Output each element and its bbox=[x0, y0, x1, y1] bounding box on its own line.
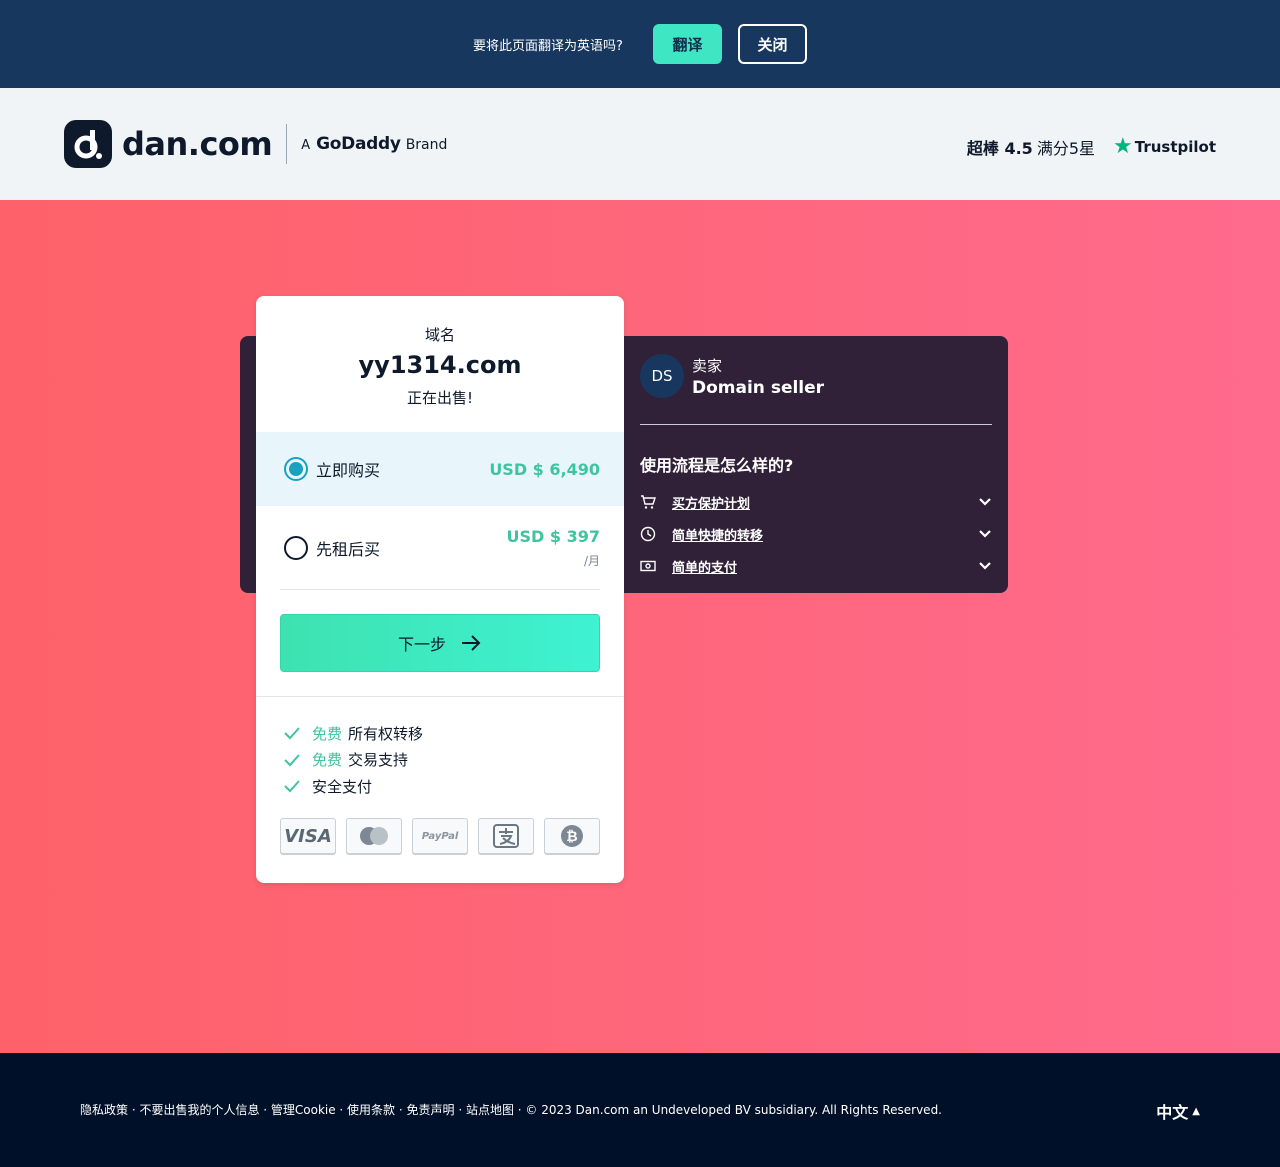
check-icon bbox=[284, 727, 300, 740]
feature-transaction-support: 免费 交易支持 bbox=[284, 747, 423, 774]
chevron-down-icon bbox=[979, 530, 991, 538]
seller-avatar: DS bbox=[640, 354, 684, 398]
feature-ownership-transfer: 免费 所有权转移 bbox=[284, 720, 423, 747]
brand-name: GoDaddy bbox=[316, 134, 401, 154]
how-item-label: 简单的支付 bbox=[672, 560, 738, 576]
translate-button[interactable]: 翻译 bbox=[652, 24, 722, 64]
arrow-right-icon bbox=[462, 635, 481, 651]
paypal-text: PayPal bbox=[421, 830, 459, 842]
buy-now-radio[interactable] bbox=[284, 457, 308, 481]
check-icon bbox=[284, 754, 300, 767]
how-it-works-list: 买方保护计划 简单快捷的转移 简单的支付 bbox=[640, 486, 992, 582]
feature-secure-payment: 安全支付 bbox=[284, 773, 423, 800]
mastercard-icon bbox=[346, 818, 402, 854]
features-list: 免费 所有权转移 免费 交易支持 安全支付 bbox=[284, 720, 423, 800]
next-step-button[interactable]: 下一步 bbox=[280, 614, 600, 672]
trustpilot-star-icon: ★ bbox=[1113, 134, 1133, 159]
option-buy-now[interactable]: 立即购买 USD $ 6,490 bbox=[256, 432, 624, 506]
rating-scale: 满分5星 bbox=[1036, 138, 1095, 158]
logo-divider bbox=[286, 124, 288, 164]
clock-icon bbox=[640, 526, 656, 542]
card-divider bbox=[256, 696, 624, 697]
visa-text: VISA bbox=[284, 825, 332, 847]
brand-suffix: Brand bbox=[405, 137, 448, 153]
translate-bar: 要将此页面翻译为英语吗? 翻译 关闭 bbox=[0, 0, 1280, 88]
option-label: 先租后买 bbox=[316, 540, 381, 559]
bitcoin-icon: ₿ bbox=[544, 818, 600, 854]
sale-status: 正在出售! bbox=[406, 389, 473, 407]
caret-up-icon: ▲ bbox=[1192, 1105, 1200, 1117]
lease-radio[interactable] bbox=[284, 536, 308, 560]
main-section: DS 卖家 Domain seller 使用流程是怎么样的? 买方保护计划 简单… bbox=[0, 200, 1280, 1053]
option-label: 立即购买 bbox=[316, 461, 381, 480]
check-icon bbox=[284, 780, 300, 793]
logo-link[interactable]: dan.com A GoDaddy Brand bbox=[64, 120, 447, 168]
brand-a: A bbox=[301, 138, 311, 153]
next-step-label: 下一步 bbox=[397, 637, 446, 654]
free-tag: 免费 bbox=[312, 751, 343, 770]
cash-icon bbox=[640, 560, 656, 572]
close-translate-button[interactable]: 关闭 bbox=[737, 24, 807, 64]
language-selector[interactable]: 中文 ▲ bbox=[1156, 1099, 1200, 1123]
godaddy-brand: A GoDaddy Brand bbox=[301, 134, 447, 154]
option-divider bbox=[280, 589, 600, 590]
feature-text: 安全支付 bbox=[312, 777, 373, 796]
chevron-down-icon bbox=[979, 498, 991, 506]
payment-methods: VISA PayPal ₿ bbox=[280, 818, 600, 854]
option-lease-to-own[interactable]: 先租后买 USD $ 397 /月 bbox=[256, 506, 624, 590]
buy-now-price: USD $ 6,490 bbox=[489, 459, 600, 479]
translate-question: 要将此页面翻译为英语吗? bbox=[473, 38, 623, 54]
rating-score: 超棒 4.5 bbox=[966, 138, 1033, 158]
site-footer: 隐私政策 · 不要出售我的个人信息 · 管理Cookie · 使用条款 · 免责… bbox=[0, 1053, 1280, 1167]
how-item-label: 买方保护计划 bbox=[672, 496, 751, 512]
language-label: 中文 bbox=[1156, 1103, 1189, 1122]
domain-label: 域名 bbox=[424, 326, 455, 344]
seller-name: Domain seller bbox=[692, 377, 825, 398]
site-header: dan.com A GoDaddy Brand 超棒 4.5 满分5星 ★ Tr… bbox=[0, 88, 1280, 200]
free-tag: 免费 bbox=[312, 724, 343, 743]
trustpilot-rating[interactable]: 超棒 4.5 满分5星 ★ Trustpilot bbox=[967, 134, 1216, 159]
lease-period: /月 bbox=[583, 554, 600, 568]
how-item-fast-transfer[interactable]: 简单快捷的转移 bbox=[640, 518, 992, 550]
how-item-easy-payment[interactable]: 简单的支付 bbox=[640, 550, 992, 582]
lease-price: USD $ 397 bbox=[506, 527, 600, 546]
alipay-icon bbox=[478, 818, 534, 854]
visa-icon: VISA bbox=[280, 818, 336, 854]
how-item-buyer-protection[interactable]: 买方保护计划 bbox=[640, 486, 992, 518]
dan-logo-icon bbox=[64, 120, 112, 168]
purchase-card: 域名 yy1314.com 正在出售! 立即购买 USD $ 6,490 先租后… bbox=[256, 296, 624, 883]
seller: DS 卖家 Domain seller bbox=[640, 354, 824, 398]
feature-text: 交易支持 bbox=[348, 751, 409, 770]
logo-text: dan.com bbox=[122, 125, 273, 163]
cart-icon bbox=[641, 495, 656, 509]
how-item-label: 简单快捷的转移 bbox=[672, 528, 764, 544]
feature-text: 所有权转移 bbox=[348, 724, 424, 743]
chevron-down-icon bbox=[979, 562, 991, 570]
trustpilot-text: Trustpilot bbox=[1134, 137, 1216, 156]
trustpilot-logo: ★ Trustpilot bbox=[1113, 134, 1216, 159]
domain-name: yy1314.com bbox=[358, 351, 522, 379]
seller-role: 卖家 bbox=[692, 356, 723, 375]
seller-divider bbox=[640, 424, 992, 425]
paypal-icon: PayPal bbox=[412, 818, 468, 854]
svg-text:₿: ₿ bbox=[566, 829, 577, 845]
how-it-works-title: 使用流程是怎么样的? bbox=[640, 456, 794, 475]
footer-links[interactable]: 隐私政策 · 不要出售我的个人信息 · 管理Cookie · 使用条款 · 免责… bbox=[80, 1101, 942, 1118]
